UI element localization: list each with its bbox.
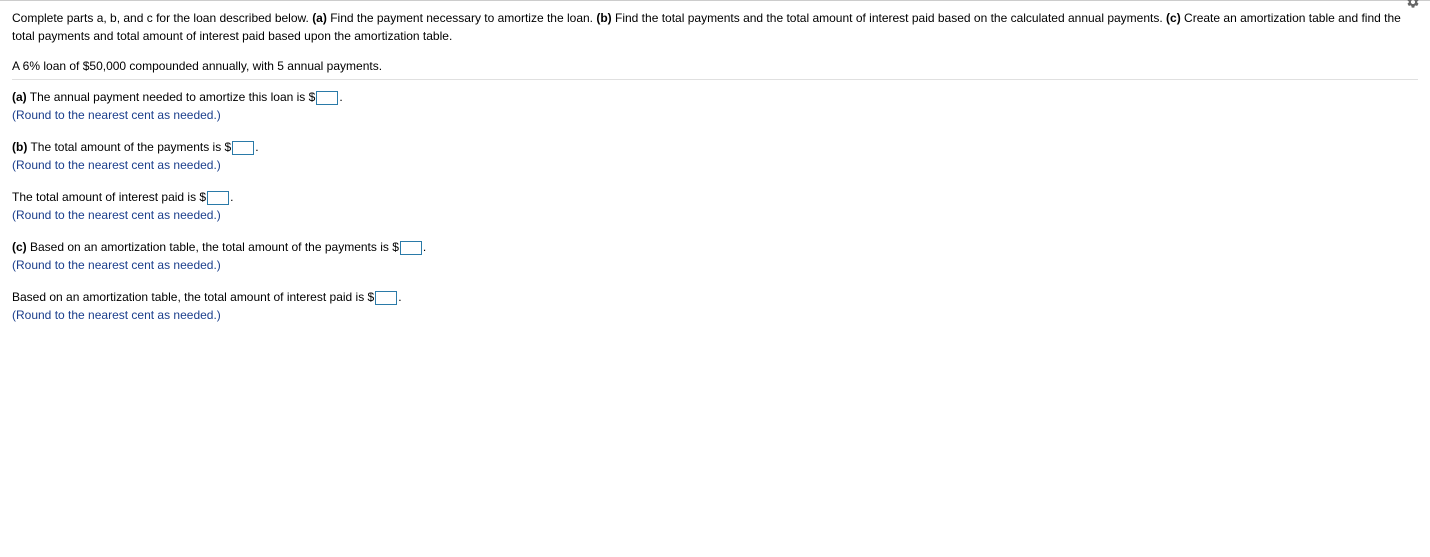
q-b1-hint: (Round to the nearest cent as needed.) — [12, 158, 221, 172]
q-b2-after: . — [230, 190, 233, 204]
part-b-text: Find the total payments and the total am… — [612, 11, 1166, 25]
q-c1-before: Based on an amortization table, the tota… — [27, 240, 399, 254]
q-a-after: . — [339, 90, 342, 104]
answer-input-c1[interactable] — [400, 241, 422, 255]
instructions: Complete parts a, b, and c for the loan … — [12, 9, 1418, 45]
question-content: Complete parts a, b, and c for the loan … — [0, 9, 1430, 324]
q-b1-before: The total amount of the payments is $ — [27, 140, 231, 154]
q-c1-label: (c) — [12, 240, 27, 254]
q-a-before: The annual payment needed to amortize th… — [27, 90, 316, 104]
q-c2-after: . — [398, 290, 401, 304]
answer-input-a[interactable] — [316, 91, 338, 105]
section-divider — [12, 79, 1418, 80]
q-c1-hint: (Round to the nearest cent as needed.) — [12, 258, 221, 272]
q-b2-before: The total amount of interest paid is $ — [12, 190, 206, 204]
top-divider — [0, 0, 1430, 1]
answer-input-b2[interactable] — [207, 191, 229, 205]
answer-input-b1[interactable] — [232, 141, 254, 155]
question-b1: (b) The total amount of the payments is … — [12, 138, 1418, 174]
question-c2: Based on an amortization table, the tota… — [12, 288, 1418, 324]
part-c-label: (c) — [1166, 11, 1181, 25]
q-b2-hint: (Round to the nearest cent as needed.) — [12, 208, 221, 222]
gear-icon — [1406, 0, 1420, 9]
question-a: (a) The annual payment needed to amortiz… — [12, 88, 1418, 124]
q-a-hint: (Round to the nearest cent as needed.) — [12, 108, 221, 122]
q-c2-hint: (Round to the nearest cent as needed.) — [12, 308, 221, 322]
question-c1: (c) Based on an amortization table, the … — [12, 238, 1418, 274]
part-a-text: Find the payment necessary to amortize t… — [327, 11, 596, 25]
loan-description: A 6% loan of $50,000 compounded annually… — [12, 59, 1418, 73]
q-c1-after: . — [423, 240, 426, 254]
part-a-label: (a) — [312, 11, 327, 25]
part-b-label: (b) — [596, 11, 611, 25]
question-b2: The total amount of interest paid is $. … — [12, 188, 1418, 224]
answer-input-c2[interactable] — [375, 291, 397, 305]
q-c2-before: Based on an amortization table, the tota… — [12, 290, 374, 304]
q-a-label: (a) — [12, 90, 27, 104]
intro-prefix: Complete parts a, b, and c for the loan … — [12, 11, 312, 25]
settings-button[interactable] — [1406, 0, 1420, 12]
q-b1-label: (b) — [12, 140, 27, 154]
q-b1-after: . — [255, 140, 258, 154]
